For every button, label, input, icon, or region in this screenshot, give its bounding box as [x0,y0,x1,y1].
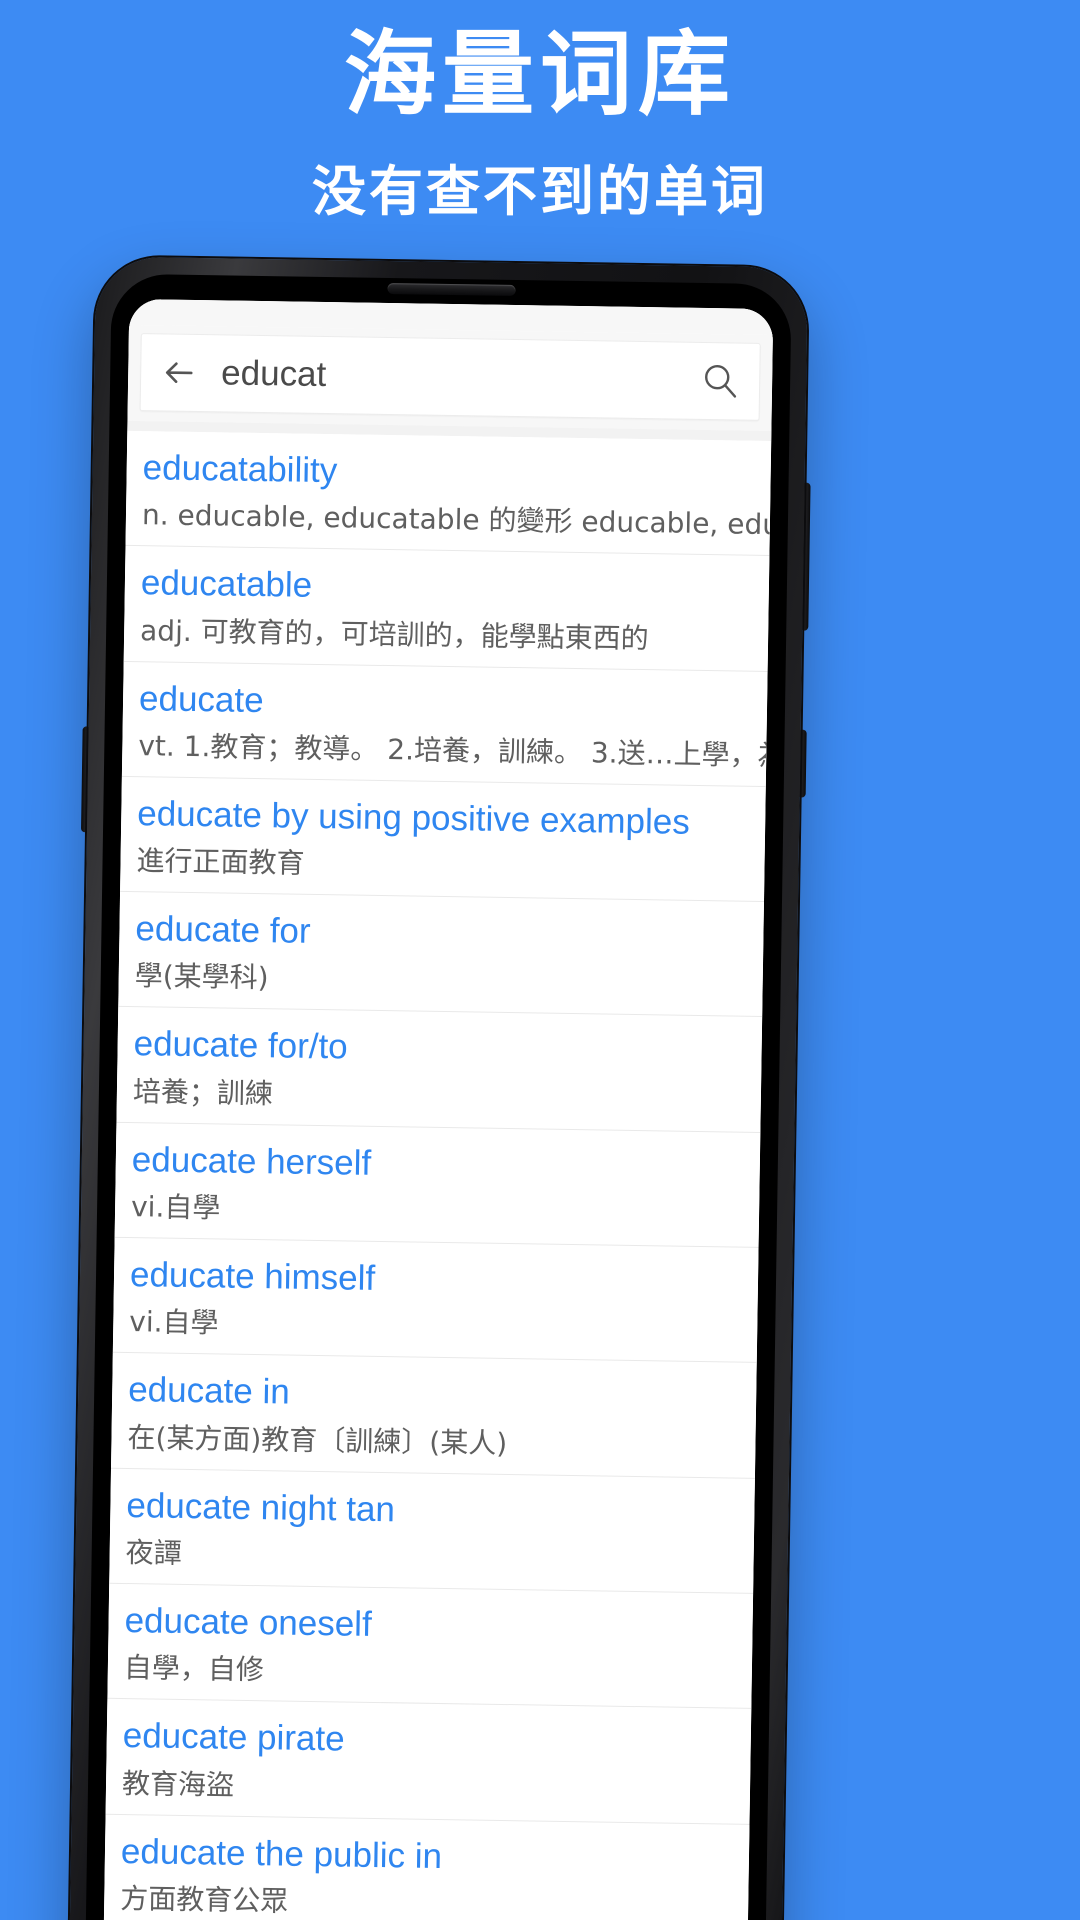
entry-definition: adj. 可教育的，可培訓的，能學點東西的 [139,613,649,655]
entry-definition: 培養；訓練 [132,1074,274,1111]
entry-word[interactable]: educate oneself [124,1600,753,1651]
search-results-list[interactable]: educatability n. educable, educatable 的變… [103,430,772,1920]
entry-word[interactable]: educate pirate [122,1715,751,1766]
entry-word[interactable]: educate in [128,1369,757,1420]
list-item[interactable]: educate vt. 1.教育；教導。 2.培養，訓練。 3.送…上學，為…負… [121,661,768,787]
list-item[interactable]: educatability n. educable, educatable 的變… [125,430,772,557]
phone-mockup: educat educatability n. educable, educat… [69,256,811,1920]
entry-definition: 自學，自修 [123,1651,265,1687]
promo-header: 海量词库 没有查不到的单词 [0,0,1080,250]
phone-screen: educat educatability n. educable, educat… [103,298,774,1920]
list-item[interactable]: educate by using positive examples 進行正面教… [120,776,766,903]
entry-word[interactable]: educate by using positive examples [137,793,766,844]
entry-definition: 教育海盜 [121,1766,235,1802]
search-icon[interactable] [701,362,740,401]
search-bar[interactable]: educat [139,333,761,421]
list-item[interactable]: educate pirate 教育海盜 [105,1699,752,1825]
list-item[interactable]: educate herself vi.自學 [114,1122,761,1249]
entry-word[interactable]: educatability [142,447,771,498]
list-item[interactable]: educate night tan 夜譚 [109,1468,755,1594]
list-item[interactable]: educate for/to 培養；訓練 [116,1007,763,1133]
list-item[interactable]: educate oneself 自學，自修 [107,1583,754,1710]
entry-definition: n. educable, educatable 的變形 educable, ed… [141,498,771,543]
entry-definition: 夜譚 [125,1536,182,1570]
list-item[interactable]: educate in 在(某方面)教育〔訓練〕(某人) [111,1353,757,1479]
entry-word[interactable]: educate himself [130,1254,759,1305]
list-item[interactable]: educatable adj. 可教育的，可培訓的，能學點東西的 [123,546,770,672]
entry-definition: 在(某方面)教育〔訓練〕(某人) [127,1420,508,1460]
entry-word[interactable]: educate night tan [126,1485,755,1536]
promo-subtitle: 没有查不到的单词 [312,160,768,224]
entry-word[interactable]: educate the public in [121,1831,750,1882]
entry-definition: 方面教育公眾 [119,1881,289,1918]
entry-definition: 進行正面教育 [136,844,305,880]
entry-definition: vi.自學 [130,1190,221,1225]
search-bar-zone: educat [127,324,773,432]
dictionary-app: educat educatability n. educable, educat… [103,298,774,1920]
entry-word[interactable]: educate for/to [133,1024,762,1075]
phone-frame: educat educatability n. educable, educat… [69,256,808,1920]
back-arrow-icon[interactable] [159,352,200,393]
speaker-slot-icon [387,282,516,297]
list-item[interactable]: educate the public in 方面教育公眾 [103,1814,750,1920]
list-item[interactable]: educate for 學(某學科) [118,892,764,1018]
search-input[interactable]: educat [221,353,702,401]
promo-title: 海量词库 [343,21,736,128]
list-item[interactable]: educate himself vi.自學 [112,1237,759,1364]
entry-definition: 學(某學科) [134,959,269,995]
entry-word[interactable]: educate [139,678,768,729]
entry-word[interactable]: educate herself [132,1139,761,1190]
entry-definition: vt. 1.教育；教導。 2.培養，訓練。 3.送…上學，為…負擔學費。 n..… [138,729,767,773]
entry-word[interactable]: educate for [135,908,764,959]
entry-word[interactable]: educatable [141,562,770,613]
entry-definition: vi.自學 [129,1305,219,1340]
